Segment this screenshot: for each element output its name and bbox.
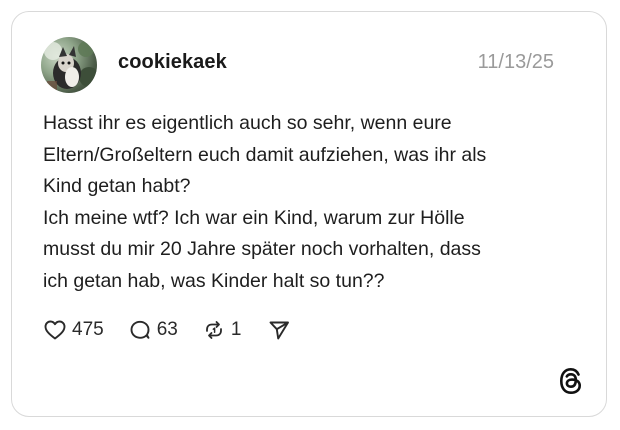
post-text-line: Ich meine wtf? Ich war ein Kind, warum z… [43,206,465,229]
post-text-line: Hasst ihr es eigentlich auch so sehr, we… [43,112,452,134]
post-text-line: ich getan hab, was Kinder halt so tun?? [43,269,385,292]
share-button[interactable] [267,318,291,342]
username[interactable]: cookiekaek [118,51,227,74]
send-icon [267,318,291,342]
post-text-line: Kind getan habt? [43,175,191,197]
repost-count: 1 [230,319,242,340]
speech-bubble-icon [128,318,152,342]
action-bar: 475 63 1 [43,315,291,345]
post-date: 11/13/25 [477,51,554,73]
repost-icon [202,318,226,342]
post-text: Hasst ihr es eigentlich auch so sehr, we… [43,108,583,297]
threads-logo-icon [558,367,584,395]
repost-button[interactable]: 1 [202,318,242,342]
reply-count: 63 [156,319,178,340]
post-text-line: Eltern/Großeltern euch damit aufziehen, … [43,143,487,166]
like-button[interactable]: 475 [43,318,104,342]
post-text-line: musst du mir 20 Jahre später noch vorhal… [43,238,481,260]
heart-icon [43,318,67,342]
avatar[interactable] [41,37,97,93]
reply-button[interactable]: 63 [128,318,178,342]
post-card: cookiekaek 11/13/25 Hasst ihr es eigentl… [11,11,607,417]
like-count: 475 [72,319,104,340]
